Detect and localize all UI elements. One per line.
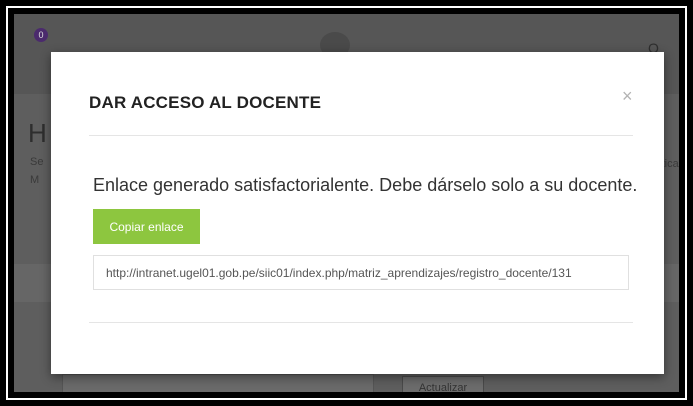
- background-update-button: Actualizar: [402, 376, 484, 392]
- background-text-2: M: [30, 174, 40, 186]
- modal-title: DAR ACCESO AL DOCENTE: [89, 93, 322, 112]
- copy-link-button[interactable]: Copiar enlace: [93, 209, 200, 244]
- background-heading: H: [28, 118, 47, 148]
- background-input: [62, 374, 374, 392]
- screen: 0 O S/ H Se M ostica n / Actualizar DAR …: [14, 14, 679, 392]
- modal-header-divider: [89, 135, 633, 136]
- notification-badge: 0: [34, 28, 48, 42]
- access-modal: DAR ACCESO AL DOCENTE × Enlace generado …: [51, 52, 664, 374]
- generated-link-field[interactable]: [93, 255, 629, 290]
- modal-footer-divider: [89, 322, 633, 323]
- background-text-1: Se: [30, 156, 44, 168]
- success-message: Enlace generado satisfactorialente. Debe…: [93, 175, 638, 195]
- close-icon[interactable]: ×: [622, 86, 633, 107]
